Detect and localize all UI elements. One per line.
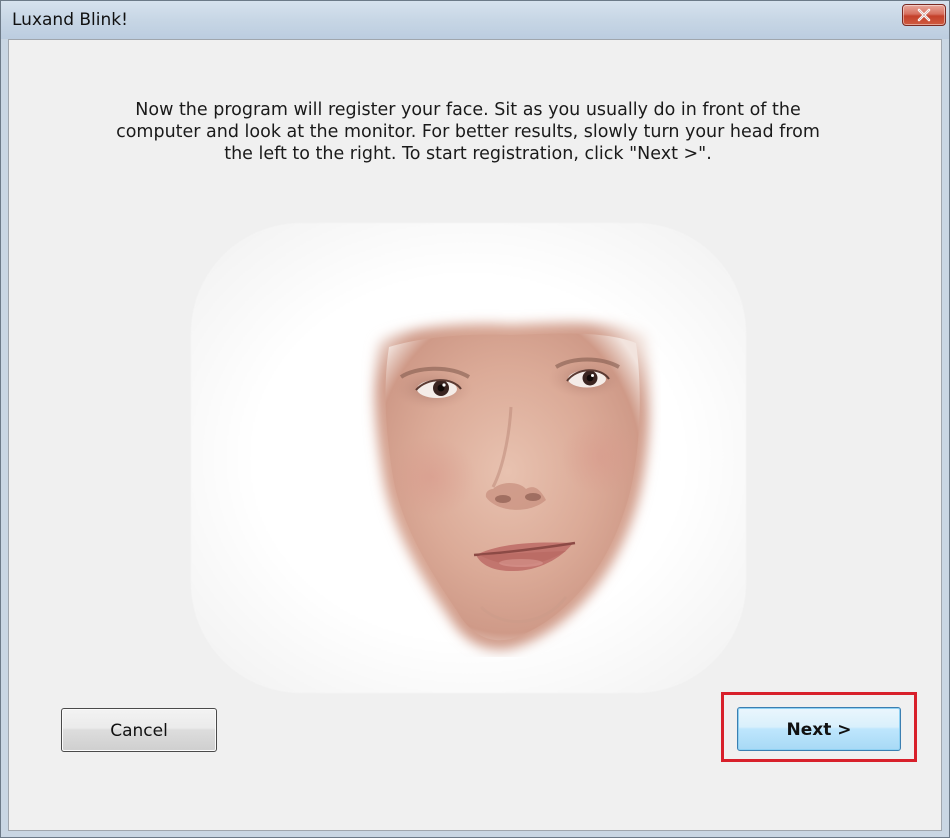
dialog-window: Luxand Blink! Now the program will regis…	[0, 0, 950, 838]
title-bar: Luxand Blink!	[1, 1, 949, 39]
window-title: Luxand Blink!	[12, 10, 128, 30]
face-image	[374, 323, 650, 651]
close-button[interactable]	[902, 4, 946, 26]
cancel-button[interactable]: Cancel	[61, 708, 217, 752]
close-icon	[917, 8, 931, 22]
next-button[interactable]: Next >	[737, 707, 901, 751]
instructions-text: Now the program will register your face.…	[116, 100, 820, 164]
